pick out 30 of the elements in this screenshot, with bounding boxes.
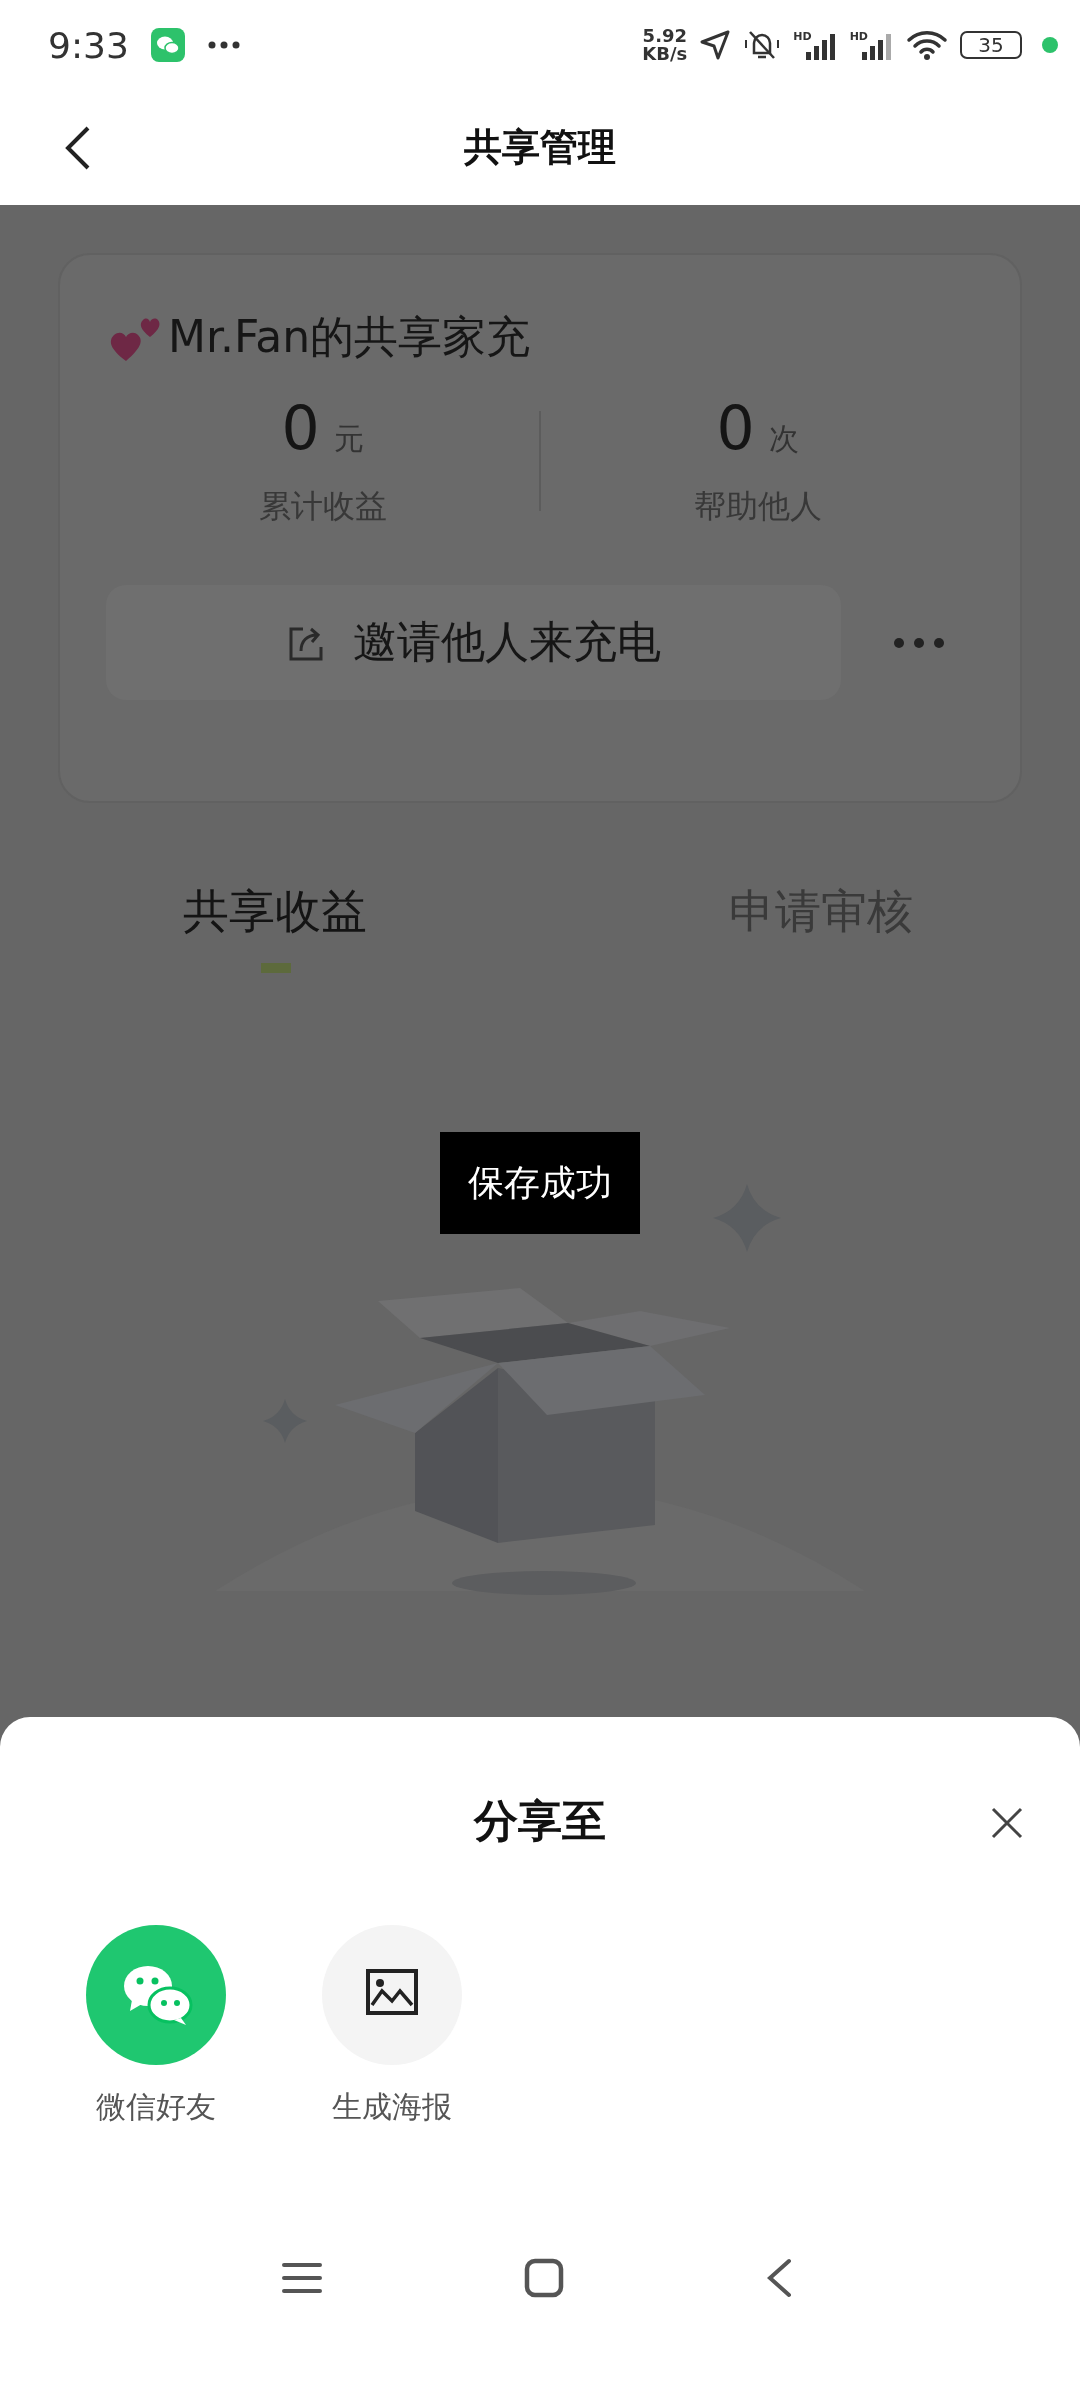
page-title: 共享管理	[464, 124, 616, 171]
station-title: Mr.Fan的共享家充	[168, 309, 531, 364]
more-icon	[206, 40, 241, 50]
close-icon[interactable]	[990, 1806, 1024, 1840]
wifi-icon	[906, 29, 948, 61]
network-speed: 5.92	[642, 27, 688, 45]
stat-value: 0	[716, 393, 755, 463]
chat-app-icon	[150, 28, 185, 62]
battery-indicator: 35	[960, 31, 1022, 59]
network-speed-unit: KB/s	[642, 45, 688, 63]
clock-time: 9:33	[48, 24, 129, 66]
status-dot-icon	[1042, 37, 1058, 53]
home-icon[interactable]	[523, 2258, 564, 2298]
toast-message: 保存成功	[440, 1132, 640, 1234]
image-share-button[interactable]	[322, 1925, 462, 2065]
menu-icon[interactable]	[282, 2261, 322, 2295]
sheet-title: 分享至	[474, 1793, 606, 1848]
more-icon[interactable]	[893, 636, 945, 649]
stat-unit: 次	[768, 420, 799, 458]
stat-value: 0	[281, 393, 320, 463]
share-option-label: 生成海报	[332, 2088, 452, 2126]
hd-label: HD	[793, 30, 812, 43]
hd-label: HD	[849, 30, 868, 43]
tab-indicator	[261, 963, 291, 973]
back-icon[interactable]	[765, 2258, 793, 2298]
invite-button[interactable]: 邀请他人来充电	[106, 585, 841, 700]
share-option-label: 微信好友	[96, 2088, 216, 2126]
tab[interactable]: 共享收益	[183, 881, 367, 943]
location-arrow-icon	[699, 29, 732, 61]
stat-unit: 元	[333, 420, 364, 458]
